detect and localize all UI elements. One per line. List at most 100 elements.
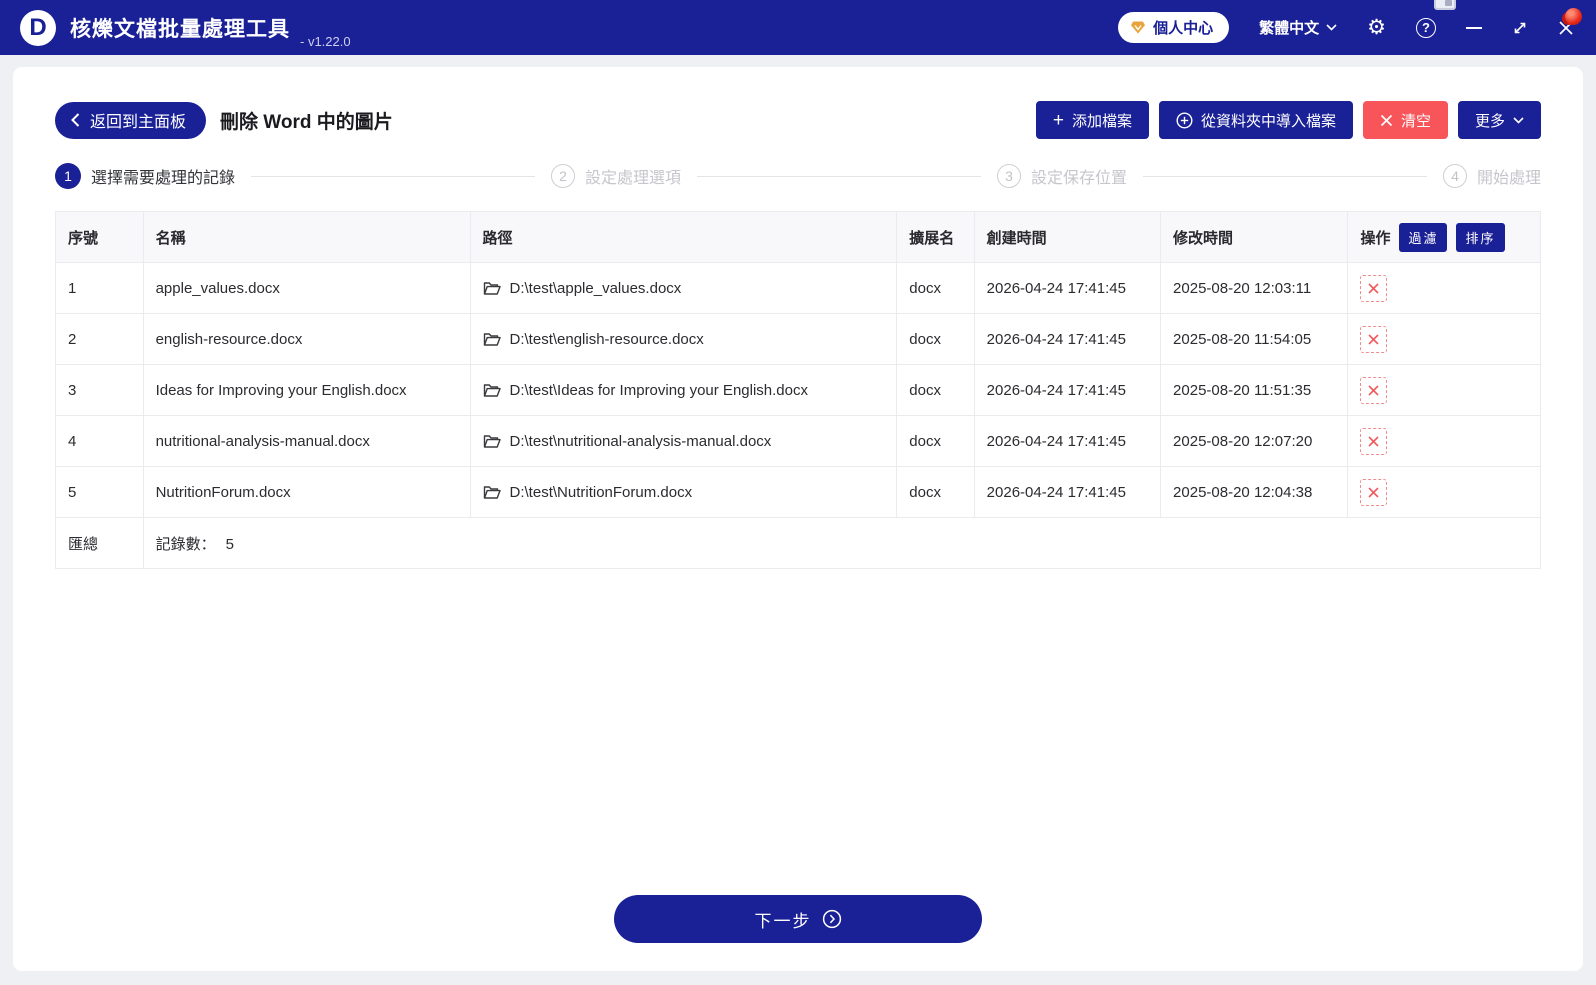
table-row[interactable]: 1 apple_values.docx D:\test\apple_values… — [55, 262, 1541, 314]
folder-icon — [483, 485, 501, 500]
summary-prefix: 記錄數： — [155, 535, 216, 553]
sort-button[interactable]: 排序 — [1456, 222, 1505, 252]
delete-row-button[interactable] — [1360, 274, 1388, 302]
step-connector — [1143, 175, 1427, 177]
cell-path: D:\test\english-resource.docx — [469, 313, 898, 365]
cell-created: 2026-04-24 17:41:45 — [973, 466, 1162, 518]
gear-icon: ⚙ — [1367, 16, 1386, 39]
cell-ext: docx — [896, 262, 975, 314]
step-indicator: 1 選擇需要處理的記錄 2 設定處理選項 3 設定保存位置 4 開始處理 — [55, 163, 1541, 189]
add-files-button[interactable]: + 添加檔案 — [1035, 101, 1149, 139]
folder-icon — [483, 434, 501, 449]
folder-icon — [483, 332, 501, 347]
cell-name: english-resource.docx — [142, 313, 471, 365]
cell-path: D:\test\nutritional-analysis-manual.docx — [469, 415, 898, 467]
cell-created: 2026-04-24 17:41:45 — [973, 313, 1162, 365]
close-button[interactable] — [1558, 7, 1582, 36]
maximize-button[interactable] — [1512, 20, 1528, 36]
step-2-label: 設定處理選項 — [585, 170, 682, 187]
delete-x-icon — [1367, 384, 1380, 397]
cell-created: 2026-04-24 17:41:45 — [973, 364, 1162, 416]
resize-diagonal-icon — [1512, 20, 1528, 36]
cell-actions — [1347, 313, 1541, 365]
import-from-folder-label: 從資料夾中導入檔案 — [1200, 112, 1336, 130]
more-button[interactable]: 更多 — [1457, 101, 1541, 139]
cell-actions — [1347, 466, 1541, 518]
delete-x-icon — [1367, 282, 1380, 295]
back-to-dashboard-button[interactable]: 返回到主面板 — [55, 101, 207, 139]
delete-row-button[interactable] — [1360, 325, 1388, 353]
cell-index: 1 — [55, 262, 144, 314]
table-row[interactable]: 5 NutritionForum.docx D:\test\NutritionF… — [55, 466, 1541, 518]
clear-label: 清空 — [1400, 112, 1431, 130]
step-connector — [251, 175, 535, 177]
chevron-down-icon — [1513, 116, 1524, 124]
clear-button[interactable]: 清空 — [1362, 101, 1448, 139]
empty-space — [55, 569, 1541, 895]
step-1-number: 1 — [55, 163, 81, 189]
step-connector — [697, 175, 981, 177]
table-row[interactable]: 4 nutritional-analysis-manual.docx D:\te… — [55, 415, 1541, 467]
header-modified: 修改時間 — [1160, 211, 1349, 263]
cell-name: NutritionForum.docx — [142, 466, 471, 518]
card-toolbar: 返回到主面板 刪除 Word 中的圖片 + 添加檔案 從資料夾中導入檔案 清空 … — [55, 101, 1541, 139]
cell-path: D:\test\NutritionForum.docx — [469, 466, 898, 518]
folder-icon — [483, 281, 501, 296]
minimize-button[interactable] — [1466, 26, 1482, 29]
step-2-number: 2 — [551, 164, 575, 188]
minimize-icon — [1466, 26, 1482, 29]
cell-name: Ideas for Improving your English.docx — [142, 364, 471, 416]
cell-ext: docx — [896, 415, 975, 467]
delete-row-button[interactable] — [1360, 478, 1388, 506]
next-step-button[interactable]: 下一步 — [614, 895, 982, 943]
red-pin-decoration — [1565, 7, 1582, 25]
titlebar: D 核爍文檔批量處理工具 - v1.22.0 個人中心 繁體中文 ⚙ ? — [0, 0, 1596, 55]
header-actions: 操作 過濾 排序 — [1347, 211, 1541, 263]
table-row[interactable]: 2 english-resource.docx D:\test\english-… — [55, 313, 1541, 365]
filter-button[interactable]: 過濾 — [1399, 222, 1448, 252]
page-background: 返回到主面板 刪除 Word 中的圖片 + 添加檔案 從資料夾中導入檔案 清空 … — [0, 55, 1596, 985]
step-4-start-processing: 4 開始處理 — [1443, 164, 1541, 188]
header-name: 名稱 — [142, 211, 471, 263]
gem-icon — [1130, 20, 1146, 35]
table-row[interactable]: 3 Ideas for Improving your English.docx … — [55, 364, 1541, 416]
step-4-label: 開始處理 — [1477, 170, 1542, 187]
user-center-button[interactable]: 個人中心 — [1118, 12, 1230, 43]
header-index: 序號 — [55, 211, 144, 263]
summary-label: 匯總 — [55, 517, 144, 569]
table-header-row: 序號 名稱 路徑 擴展名 創建時間 修改時間 操作 過濾 排序 — [55, 211, 1541, 263]
circle-plus-icon — [1176, 111, 1193, 129]
header-path: 路徑 — [469, 211, 898, 263]
delete-x-icon — [1367, 435, 1380, 448]
cell-modified: 2025-08-20 11:54:05 — [1160, 313, 1349, 365]
folder-icon — [483, 383, 501, 398]
cell-name: nutritional-analysis-manual.docx — [142, 415, 471, 467]
cell-ext: docx — [896, 313, 975, 365]
cell-index: 2 — [55, 313, 144, 365]
step-4-number: 4 — [1443, 164, 1467, 188]
help-icon: ? — [1416, 17, 1436, 38]
chevron-down-icon — [1326, 24, 1337, 31]
user-center-label: 個人中心 — [1153, 20, 1214, 37]
step-3-label: 設定保存位置 — [1031, 170, 1128, 187]
delete-row-button[interactable] — [1360, 427, 1388, 455]
import-from-folder-button[interactable]: 從資料夾中導入檔案 — [1158, 101, 1353, 139]
cell-index: 4 — [55, 415, 144, 467]
header-actions-label: 操作 — [1360, 229, 1391, 247]
delete-x-icon — [1367, 333, 1380, 346]
circle-arrow-right-icon — [822, 909, 842, 929]
cell-ext: docx — [896, 364, 975, 416]
step-3-number: 3 — [997, 164, 1021, 188]
language-selector[interactable]: 繁體中文 — [1259, 17, 1337, 38]
next-step-label: 下一步 — [754, 911, 812, 931]
plus-icon: + — [1052, 109, 1064, 131]
back-button-label: 返回到主面板 — [90, 114, 187, 131]
cell-modified: 2025-08-20 12:04:38 — [1160, 466, 1349, 518]
delete-row-button[interactable] — [1360, 376, 1388, 404]
cell-index: 3 — [55, 364, 144, 416]
settings-button[interactable]: ⚙ — [1367, 17, 1386, 38]
cell-actions — [1347, 262, 1541, 314]
help-button[interactable]: ? — [1416, 0, 1456, 38]
header-ext: 擴展名 — [896, 211, 975, 263]
chevron-left-icon — [71, 113, 80, 127]
